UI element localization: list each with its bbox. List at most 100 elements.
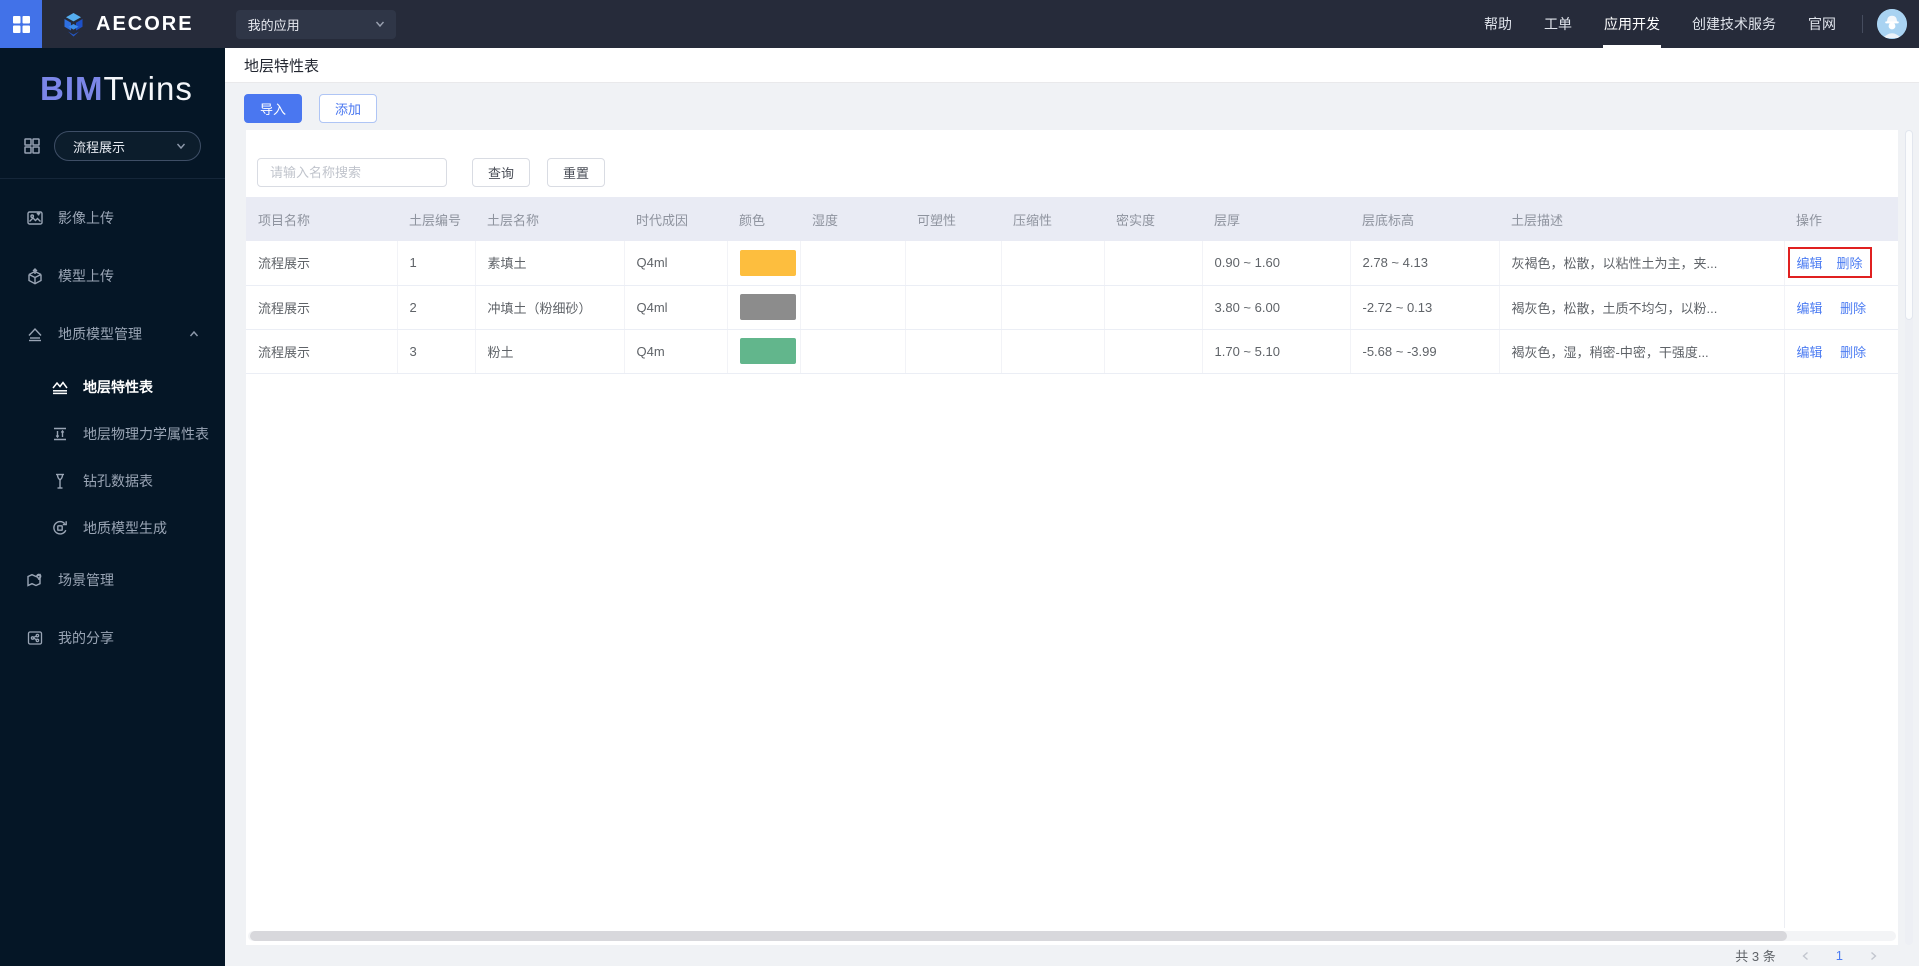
cell-color — [727, 329, 801, 374]
search-input[interactable] — [257, 158, 447, 187]
nav-app-dev[interactable]: 应用开发 — [1588, 0, 1676, 48]
add-button[interactable]: 添加 — [319, 94, 378, 123]
nav-official-site[interactable]: 官网 — [1792, 0, 1852, 48]
sidebar-group-geology-model[interactable]: 地质模型管理 — [0, 305, 225, 363]
table-row: 流程展示 2 冲填土（粉细砂） Q4ml 3.80 ~ 6.00 -2.72 ~… — [246, 285, 1898, 330]
app-select-dropdown[interactable]: 我的应用 — [235, 9, 396, 39]
sidebar-item-image-upload[interactable]: 影像上传 — [0, 189, 225, 247]
cell-plasticity — [905, 241, 1002, 286]
sidebar-item-drill-table[interactable]: 钻孔数据表 — [0, 457, 225, 504]
sidebar-item-label: 地质模型生成 — [83, 519, 167, 536]
table-card: 查询 重置 项目名称 土层编号 土层名称 时代成因 颜色 湿度 可塑性 — [246, 130, 1898, 945]
page-title: 地层特性表 — [244, 57, 320, 75]
delete-link[interactable]: 删除 — [1840, 301, 1866, 316]
topbar-divider — [1862, 15, 1863, 33]
cell-density — [1104, 329, 1203, 374]
sidebar-item-model-generate[interactable]: 地质模型生成 — [0, 504, 225, 551]
cell-description: 褐灰色，松散，土质不均匀，以粉... — [1499, 285, 1785, 330]
image-upload-icon — [25, 208, 45, 228]
pagination-total: 共 3 条 — [1735, 949, 1776, 964]
cell-plasticity — [905, 329, 1002, 374]
nav-work-order[interactable]: 工单 — [1528, 0, 1588, 48]
col-color: 颜色 — [727, 197, 800, 241]
sidebar-item-strata-table[interactable]: 地层特性表 — [0, 363, 225, 410]
geology-layers-icon — [25, 324, 45, 344]
pagination: 共 3 条 1 — [1735, 945, 1879, 966]
sidebar-item-label: 我的分享 — [58, 630, 114, 646]
query-button[interactable]: 查询 — [472, 158, 531, 187]
cell-layer-no: 2 — [397, 285, 476, 330]
cell-layer-no: 1 — [397, 241, 476, 286]
cell-plasticity — [905, 285, 1002, 330]
cell-layer-no: 3 — [397, 329, 476, 374]
col-density: 密实度 — [1104, 197, 1202, 241]
cell-compressibility — [1001, 285, 1105, 330]
sidebar-item-physics-table[interactable]: 地层物理力学属性表 — [0, 410, 225, 457]
sidebar: BIM Twins 流程展示 影像上传 模型上传 地质模型管理 地层特性表 地层… — [0, 48, 225, 966]
col-project-name: 项目名称 — [246, 197, 397, 241]
delete-link[interactable]: 删除 — [1840, 345, 1866, 360]
cell-layer-name: 素填土 — [475, 241, 625, 286]
chevron-left-icon[interactable] — [1800, 950, 1812, 962]
project-select-value: 流程展示 — [73, 139, 126, 155]
horizontal-scrollbar-thumb[interactable] — [250, 931, 1787, 941]
cell-compressibility — [1001, 241, 1105, 286]
cell-project: 流程展示 — [246, 329, 398, 374]
cell-density — [1104, 241, 1203, 286]
cell-description: 灰褐色，松散，以粘性土为主，夹... — [1499, 241, 1785, 286]
pagination-page-1[interactable]: 1 — [1836, 948, 1843, 963]
model-upload-icon — [25, 266, 45, 286]
model-generate-icon — [50, 518, 70, 538]
chevron-down-icon — [175, 140, 187, 152]
sidebar-item-label: 地质模型管理 — [58, 326, 142, 342]
cell-bottom-elevation: 2.78 ~ 4.13 — [1350, 241, 1500, 286]
apps-menu-button[interactable] — [0, 0, 42, 48]
aecore-cube-icon — [64, 12, 83, 36]
sidebar-item-model-upload[interactable]: 模型上传 — [0, 247, 225, 305]
col-operations: 操作 — [1784, 197, 1898, 241]
cell-color — [727, 285, 801, 330]
sidebar-item-label: 钻孔数据表 — [83, 472, 153, 489]
project-grid-icon[interactable] — [22, 136, 42, 156]
reset-button[interactable]: 重置 — [547, 158, 606, 187]
topbar-nav: 帮助 工单 应用开发 创建技术服务 官网 — [1468, 0, 1852, 48]
col-compressibility: 压缩性 — [1001, 197, 1104, 241]
col-bottom-elevation: 层底标高 — [1350, 197, 1499, 241]
import-button[interactable]: 导入 — [244, 94, 303, 123]
edit-link[interactable]: 编辑 — [1797, 301, 1823, 316]
cell-layer-name: 冲填土（粉细砂） — [475, 285, 625, 330]
logo-twins-text: Twins — [103, 70, 193, 107]
strata-table-icon — [50, 377, 70, 397]
chevron-down-icon — [374, 18, 386, 30]
vertical-scrollbar-thumb[interactable] — [1905, 130, 1913, 320]
cell-bottom-elevation: -5.68 ~ -3.99 — [1350, 329, 1500, 374]
nav-help[interactable]: 帮助 — [1468, 0, 1528, 48]
cell-thickness: 0.90 ~ 1.60 — [1202, 241, 1351, 286]
edit-link[interactable]: 编辑 — [1797, 253, 1823, 272]
cell-thickness: 3.80 ~ 6.00 — [1202, 285, 1351, 330]
color-swatch — [739, 294, 796, 320]
project-select-dropdown[interactable]: 流程展示 — [54, 131, 201, 161]
edit-link[interactable]: 编辑 — [1797, 345, 1823, 360]
cell-humidity — [800, 285, 906, 330]
cell-operations: 编辑 删除 — [1784, 329, 1898, 374]
title-bar: 地层特性表 — [225, 48, 1919, 83]
sidebar-item-scene-manage[interactable]: 场景管理 — [0, 551, 225, 609]
delete-link[interactable]: 删除 — [1837, 253, 1863, 272]
cell-humidity — [800, 329, 906, 374]
sidebar-item-my-share[interactable]: 我的分享 — [0, 609, 225, 667]
sidebar-menu: 影像上传 模型上传 地质模型管理 地层特性表 地层物理力学属性表 钻孔数据表 地… — [0, 179, 225, 667]
horizontal-scrollbar[interactable] — [248, 931, 1896, 941]
project-selector-row: 流程展示 — [0, 130, 225, 162]
nav-create-tech-service[interactable]: 创建技术服务 — [1676, 0, 1792, 48]
cell-project: 流程展示 — [246, 241, 398, 286]
physics-table-icon — [50, 424, 70, 444]
cell-color — [727, 241, 801, 286]
user-avatar[interactable] — [1877, 9, 1907, 39]
cell-bottom-elevation: -2.72 ~ 0.13 — [1350, 285, 1500, 330]
color-swatch — [739, 338, 796, 364]
chevron-right-icon[interactable] — [1867, 950, 1879, 962]
col-layer-name: 土层名称 — [475, 197, 624, 241]
apps-grid-icon — [12, 15, 30, 33]
vertical-scrollbar[interactable] — [1905, 130, 1913, 945]
